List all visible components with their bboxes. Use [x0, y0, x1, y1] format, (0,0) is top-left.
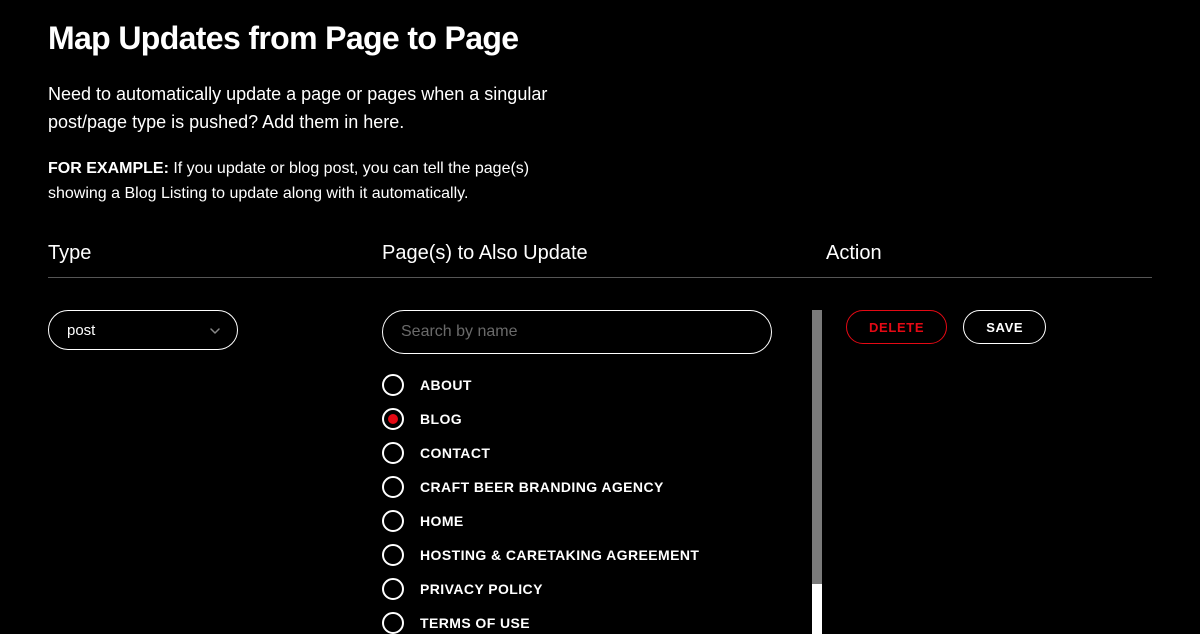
radio-icon	[382, 442, 404, 464]
page-list: ABOUT BLOG CONTACT CRAFT BEER BRANDING AGEN…	[382, 374, 772, 634]
example-label: FOR EXAMPLE:	[48, 160, 169, 177]
type-select-value: post	[67, 322, 95, 339]
page-item[interactable]: HOME	[382, 510, 772, 532]
page-title: Map Updates from Page to Page	[48, 20, 1152, 57]
delete-button[interactable]: DELETE	[846, 310, 947, 344]
radio-icon	[382, 408, 404, 430]
page-item-label: HOME	[420, 513, 464, 529]
page-subtitle: Need to automatically update a page or p…	[48, 81, 588, 137]
header-divider	[48, 277, 1152, 278]
radio-icon	[382, 612, 404, 634]
radio-icon	[382, 544, 404, 566]
chevron-down-icon	[209, 324, 221, 336]
radio-icon	[382, 374, 404, 396]
search-input[interactable]	[382, 310, 772, 354]
page-item[interactable]: TERMS OF USE	[382, 612, 772, 634]
page-item[interactable]: BLOG	[382, 408, 772, 430]
page-item[interactable]: PRIVACY POLICY	[382, 578, 772, 600]
page-example: FOR EXAMPLE: If you update or blog post,…	[48, 157, 588, 207]
page-item-label: BLOG	[420, 411, 462, 427]
radio-icon	[382, 578, 404, 600]
page-item-label: PRIVACY POLICY	[420, 581, 543, 597]
page-item-label: HOSTING & CARETAKING AGREEMENT	[420, 547, 699, 563]
column-header-action: Action	[826, 242, 1152, 277]
radio-icon	[382, 476, 404, 498]
radio-icon	[382, 510, 404, 532]
page-item-label: TERMS OF USE	[420, 615, 530, 631]
save-button[interactable]: SAVE	[963, 310, 1046, 344]
radio-dot-icon	[388, 414, 398, 424]
page-item-label: ABOUT	[420, 377, 472, 393]
page-item-label: CRAFT BEER BRANDING AGENCY	[420, 479, 664, 495]
page-item[interactable]: CRAFT BEER BRANDING AGENCY	[382, 476, 772, 498]
column-header-pages: Page(s) to Also Update	[382, 242, 822, 277]
type-select[interactable]: post	[48, 310, 238, 350]
page-item[interactable]: HOSTING & CARETAKING AGREEMENT	[382, 544, 772, 566]
page-item-label: CONTACT	[420, 445, 490, 461]
page-item[interactable]: ABOUT	[382, 374, 772, 396]
page-item[interactable]: CONTACT	[382, 442, 772, 464]
column-header-type: Type	[48, 242, 378, 277]
